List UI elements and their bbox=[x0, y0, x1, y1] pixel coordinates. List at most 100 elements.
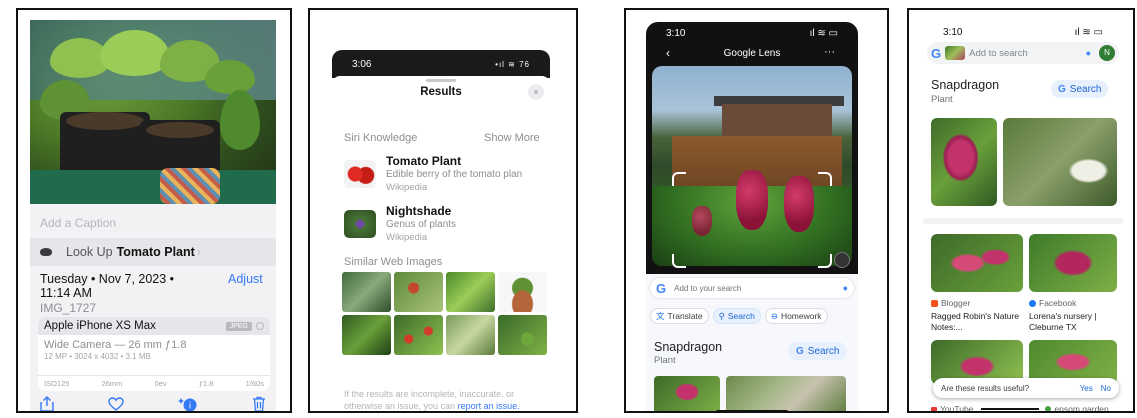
report-issue-link[interactable]: report an issue. bbox=[458, 401, 520, 411]
lens-results-sheet: G Add to your search ● 文 Translate ⚲ Searc… bbox=[646, 274, 858, 411]
site-icon bbox=[1045, 406, 1052, 411]
result-image[interactable] bbox=[1003, 118, 1117, 206]
more-icon[interactable]: ··· bbox=[824, 46, 835, 58]
feedback-no-button[interactable]: No bbox=[1101, 384, 1111, 393]
feedback-question: Are these results useful? bbox=[941, 383, 1030, 393]
status-indicators: ıl ≋ ▭ bbox=[809, 27, 838, 39]
lookup-subject: Tomato Plant bbox=[116, 245, 195, 259]
panel-google-lens: 3:10 ıl ≋ ▭ ‹ Google Lens ··· G Add to y… bbox=[624, 8, 889, 413]
result-title[interactable]: Snapdragon bbox=[654, 340, 722, 354]
web-image[interactable] bbox=[446, 272, 495, 312]
crop-corner[interactable] bbox=[818, 254, 832, 268]
lens-search-icon[interactable] bbox=[834, 252, 850, 268]
web-image[interactable] bbox=[342, 315, 391, 355]
blogger-icon bbox=[931, 300, 938, 307]
filename: IMG_1727 bbox=[40, 301, 97, 315]
youtube-icon bbox=[931, 406, 937, 411]
result-name: Nightshade bbox=[386, 204, 452, 218]
result-source: Wikipedia bbox=[386, 232, 428, 243]
facebook-icon bbox=[1029, 300, 1036, 307]
feedback-yes-button[interactable]: Yes bbox=[1080, 384, 1093, 393]
panel-photos-info: Add a Caption Look Up Tomato Plant › Tue… bbox=[16, 8, 292, 413]
search-button[interactable]: G Search bbox=[788, 342, 848, 360]
status-time: 3:10 bbox=[666, 27, 686, 39]
photo-date: Tuesday • Nov 7, 2023 • 11:14 AM bbox=[40, 272, 175, 300]
format-badge: JPEG bbox=[225, 321, 252, 331]
lookup-row[interactable]: Look Up Tomato Plant › bbox=[30, 238, 276, 266]
result-image[interactable] bbox=[1029, 234, 1117, 292]
trash-icon[interactable] bbox=[252, 396, 266, 412]
web-image[interactable] bbox=[498, 315, 547, 355]
plant-photo bbox=[30, 20, 276, 204]
adjust-button[interactable]: Adjust bbox=[228, 272, 263, 286]
status-indicators: •ıl ≋ 76 bbox=[495, 59, 530, 69]
sheet-title: Results bbox=[420, 86, 462, 98]
report-issue-note: If the results are incomplete, inaccurat… bbox=[344, 389, 520, 411]
share-icon[interactable] bbox=[40, 396, 54, 412]
panel-siri-results: 3:06 •ıl ≋ 76 Results × Siri Knowledge S… bbox=[308, 8, 578, 413]
add-to-search-input[interactable]: G Add to search ● N bbox=[927, 42, 1119, 64]
result-image[interactable] bbox=[654, 376, 720, 411]
crop-corner[interactable] bbox=[818, 172, 832, 186]
status-bar: 3:06 •ıl ≋ 76 bbox=[332, 50, 550, 78]
result-images bbox=[654, 376, 858, 411]
exif-row: ISO125 26mm 0ev ƒ1.8 1/60s bbox=[38, 375, 270, 391]
web-image[interactable] bbox=[342, 272, 391, 312]
chevron-right-icon: › bbox=[196, 245, 201, 259]
query-image-thumbnail[interactable] bbox=[945, 46, 966, 60]
show-more-link[interactable]: Show More bbox=[484, 132, 540, 144]
chip-translate[interactable]: 文 Translate bbox=[650, 308, 709, 324]
image-spec: 12 MP • 3024 x 4032 • 3.1 MB bbox=[44, 352, 151, 361]
lens-camera-view: 3:10 ıl ≋ ▭ ‹ Google Lens ··· bbox=[646, 22, 858, 274]
chip-homework[interactable]: ⊖ Homework bbox=[764, 308, 828, 324]
section-divider bbox=[923, 218, 1123, 224]
microphone-icon[interactable]: ● bbox=[1086, 48, 1091, 58]
caption-field[interactable]: Add a Caption bbox=[40, 216, 116, 230]
web-image[interactable] bbox=[446, 315, 495, 355]
google-lens-screen: 3:10 ıl ≋ ▭ ‹ Google Lens ··· G Add to y… bbox=[646, 22, 858, 411]
card-caption[interactable]: Ragged Robin's Nature Notes:... bbox=[931, 311, 1021, 333]
avatar[interactable]: N bbox=[1099, 45, 1115, 61]
add-to-search-input[interactable]: G Add to your search ● bbox=[650, 278, 854, 298]
google-logo-icon: G bbox=[796, 345, 804, 357]
web-image[interactable] bbox=[394, 272, 443, 312]
footer-sources: YouTube epsom.garden bbox=[931, 404, 1121, 411]
footer-right-source[interactable]: epsom.garden bbox=[1054, 404, 1108, 411]
result-image[interactable] bbox=[931, 118, 997, 206]
card-caption[interactable]: Lorena's nursery | Cleburne TX bbox=[1029, 311, 1119, 333]
status-indicators: ıl ≋ ▭ bbox=[1074, 26, 1103, 38]
crop-corner[interactable] bbox=[672, 172, 686, 186]
web-image[interactable] bbox=[498, 272, 547, 312]
info-sparkle-icon[interactable]: i bbox=[178, 396, 198, 412]
siri-knowledge-heading: Siri Knowledge bbox=[344, 132, 418, 144]
nightshade-thumbnail bbox=[344, 210, 376, 238]
card-source: Blogger bbox=[931, 298, 970, 308]
heart-icon[interactable] bbox=[108, 397, 124, 411]
chip-search[interactable]: ⚲ Search bbox=[712, 308, 761, 324]
search-button[interactable]: G Search bbox=[1051, 80, 1109, 98]
camera-info-card: Apple iPhone XS Max JPEG Wide Camera — 2… bbox=[38, 317, 270, 391]
web-image[interactable] bbox=[394, 315, 443, 355]
homework-icon: ⊖ bbox=[770, 310, 778, 321]
result-type: Plant bbox=[654, 355, 676, 366]
result-item[interactable]: Nightshade Genus of plants Wikipedia bbox=[344, 204, 550, 250]
result-item[interactable]: Tomato Plant Edible berry of the tomato … bbox=[344, 154, 550, 200]
panel-google-results: 3:10 ıl ≋ ▭ G Add to search ● N Snapdrag… bbox=[907, 8, 1135, 413]
google-results-screen: 3:10 ıl ≋ ▭ G Add to search ● N Snapdrag… bbox=[923, 22, 1123, 411]
device-name: Apple iPhone XS Max bbox=[44, 320, 156, 332]
microphone-icon[interactable]: ● bbox=[843, 283, 848, 293]
result-type: Plant bbox=[931, 94, 953, 105]
result-name: Tomato Plant bbox=[386, 154, 462, 168]
snapdragon-photo bbox=[652, 66, 852, 266]
sheet-grabber[interactable] bbox=[426, 79, 456, 82]
result-image[interactable] bbox=[726, 376, 846, 411]
result-image[interactable] bbox=[931, 234, 1023, 292]
crop-corner[interactable] bbox=[672, 254, 686, 268]
similar-images-grid bbox=[342, 272, 550, 355]
feedback-toast: Are these results useful? Yes No bbox=[933, 378, 1119, 398]
siri-results-screen: 3:06 •ıl ≋ 76 Results × Siri Knowledge S… bbox=[332, 50, 550, 411]
close-icon[interactable]: × bbox=[528, 84, 544, 100]
lens-mode-chips: 文 Translate ⚲ Search ⊖ Homework bbox=[650, 308, 858, 324]
result-title[interactable]: Snapdragon bbox=[931, 78, 999, 92]
footer-left-source[interactable]: YouTube bbox=[940, 404, 973, 411]
